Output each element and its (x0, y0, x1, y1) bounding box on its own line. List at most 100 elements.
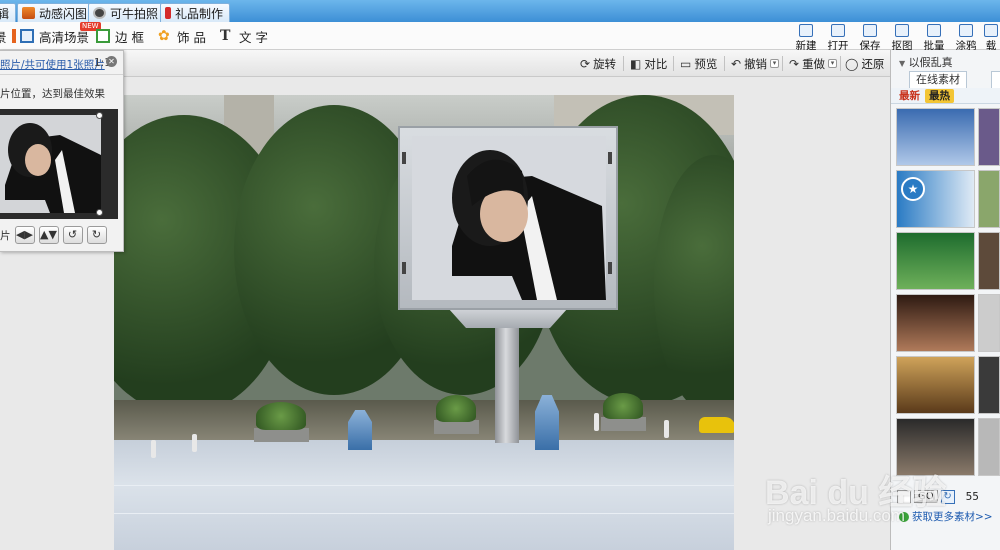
plaza-line (114, 485, 734, 486)
decoration-label: 饰 品 (177, 29, 206, 45)
cutout-icon (895, 24, 909, 37)
material-thumbnail[interactable] (896, 232, 975, 290)
decoration-icon: ✿ (158, 28, 170, 44)
doodle-button[interactable]: 涂鸦 (951, 24, 981, 53)
billboard-bolt (608, 262, 612, 274)
thumbnail-portrait (0, 115, 101, 213)
hd-scene-button[interactable]: 高清场景 NEW (20, 22, 101, 46)
photo-preview-panel: 照片/共可使用1张照片 1:1 ✕ 片位置，达到最佳效果 片 ◀▶ ▲▼ ↺ ↻ (0, 50, 124, 252)
material-thumbnail[interactable] (978, 170, 1000, 228)
kiosk (348, 410, 372, 450)
batch-button[interactable]: 批量 (919, 24, 949, 53)
preview-button[interactable]: ▭ 预览 (680, 55, 717, 72)
compare-button[interactable]: ◧ 对比 (630, 55, 667, 72)
cutout-button[interactable]: 抠图 (887, 24, 917, 53)
divider (724, 56, 725, 71)
flower-bed (256, 402, 306, 430)
doodle-icon (959, 24, 973, 37)
material-thumbnail[interactable] (978, 232, 1000, 290)
frame-button[interactable]: 边 框 (96, 26, 144, 46)
rotate-label: 旋转 (593, 56, 617, 71)
tab-label: 辑 (0, 6, 10, 21)
tab-label: 动感闪图 (39, 6, 88, 21)
planter (254, 428, 309, 442)
close-icon[interactable]: ✕ (106, 56, 117, 67)
tab-local-material[interactable] (991, 71, 1000, 88)
load-button[interactable]: 载 (982, 24, 1000, 53)
text-icon: T (220, 28, 231, 44)
hd-scene-icon (20, 29, 34, 43)
material-thumbnail[interactable] (978, 418, 1000, 476)
redo-button[interactable]: ↷ 重做 ▾ (789, 55, 838, 72)
flower-bed (603, 393, 643, 419)
restore-label: 还原 (861, 56, 885, 71)
plaza-line (114, 513, 734, 514)
tab-camera[interactable]: 可牛拍照 (88, 3, 166, 22)
resize-handle[interactable] (96, 209, 103, 216)
rotate-left-icon[interactable]: ↺ (62, 226, 83, 244)
text-label: 文 字 (239, 29, 268, 45)
gift-icon (165, 7, 171, 19)
thumbnail-photo[interactable] (0, 115, 101, 213)
tab-label: 可牛拍照 (110, 6, 159, 21)
paved-plaza (114, 440, 734, 550)
billboard-pole (495, 325, 519, 443)
preview-icon: ▭ (680, 56, 692, 71)
watermark-url: jingyan.baidu.com (768, 506, 906, 525)
collapse-icon[interactable]: ▼ (899, 59, 905, 68)
open-button[interactable]: 打开 (823, 24, 853, 53)
pedestrian (594, 413, 599, 431)
divider (623, 56, 624, 71)
tab-bar: 辑 动感闪图 可牛拍照 礼品制作 (0, 0, 1000, 22)
undo-label: 撤销 (744, 56, 768, 71)
tab-animated-image[interactable]: 动感闪图 (17, 3, 95, 22)
undo-icon: ↶ (731, 56, 742, 71)
save-button[interactable]: 保存 (855, 24, 885, 53)
scene-button[interactable]: 景 (0, 26, 16, 46)
material-thumbnail[interactable] (896, 294, 975, 352)
flip-horizontal-icon[interactable]: ◀▶ (14, 226, 35, 244)
photo-count-link[interactable]: 照片/共可使用1张照片 (0, 57, 105, 72)
tab-label: 礼品制作 (175, 6, 224, 21)
compare-label: 对比 (644, 56, 668, 71)
scene-label: 景 (0, 29, 7, 45)
edit-bar: ⟳ 旋转 ◧ 对比 ▭ 预览 ↶ 撤销 ▾ ↷ 重做 ▾ ◯ 还原 (0, 50, 890, 77)
page-number: 55 (965, 490, 979, 503)
material-thumbnail[interactable]: ★ (896, 170, 975, 228)
planter (601, 417, 646, 431)
decoration-button[interactable]: ✿ 饰 品 (158, 26, 206, 46)
tab-gift[interactable]: 礼品制作 (160, 3, 231, 22)
material-thumbnail[interactable] (896, 108, 975, 166)
restore-icon: ◯ (845, 56, 859, 71)
material-thumbnail[interactable] (978, 108, 1000, 166)
chevron-down-icon[interactable]: ▾ (828, 59, 838, 68)
rotate-button[interactable]: ⟳ 旋转 (580, 55, 616, 72)
resize-handle[interactable] (96, 112, 103, 119)
tab-edit[interactable]: 辑 (0, 3, 17, 22)
subtab-hottest[interactable]: 最热 (925, 89, 954, 103)
star-icon: ★ (901, 177, 925, 201)
material-thumbnail[interactable] (896, 356, 975, 414)
tab-online-material[interactable]: 在线素材 (909, 71, 967, 88)
flip-vertical-icon[interactable]: ▲▼ (38, 226, 59, 244)
rotate-right-icon[interactable]: ↻ (86, 226, 107, 244)
undo-button[interactable]: ↶ 撤销 ▾ (731, 55, 780, 72)
text-button[interactable]: T 文 字 (220, 26, 268, 46)
material-thumbnail[interactable] (978, 294, 1000, 352)
controls-label: 片 (0, 229, 11, 242)
new-button[interactable]: 新建 (791, 24, 821, 53)
billboard-bolt (402, 262, 406, 274)
billboard-frame (398, 126, 618, 310)
compare-icon: ◧ (630, 56, 642, 71)
material-thumbnail[interactable] (978, 356, 1000, 414)
main-toolbar: 景 高清场景 NEW 边 框 ✿ 饰 品 T 文 字 新建 打开 保存 抠图 批… (0, 22, 1000, 53)
photo-canvas[interactable] (114, 95, 734, 550)
chevron-down-icon[interactable]: ▾ (770, 59, 780, 68)
billboard-screen-photo[interactable] (412, 136, 606, 300)
preview-label: 预览 (694, 56, 718, 71)
panel-title: ▼ 以假乱真 (899, 54, 953, 70)
camera-icon (93, 7, 106, 19)
load-icon (984, 24, 998, 37)
restore-button[interactable]: ◯ 还原 (845, 55, 884, 72)
subtab-newest[interactable]: 最新 (895, 89, 924, 103)
